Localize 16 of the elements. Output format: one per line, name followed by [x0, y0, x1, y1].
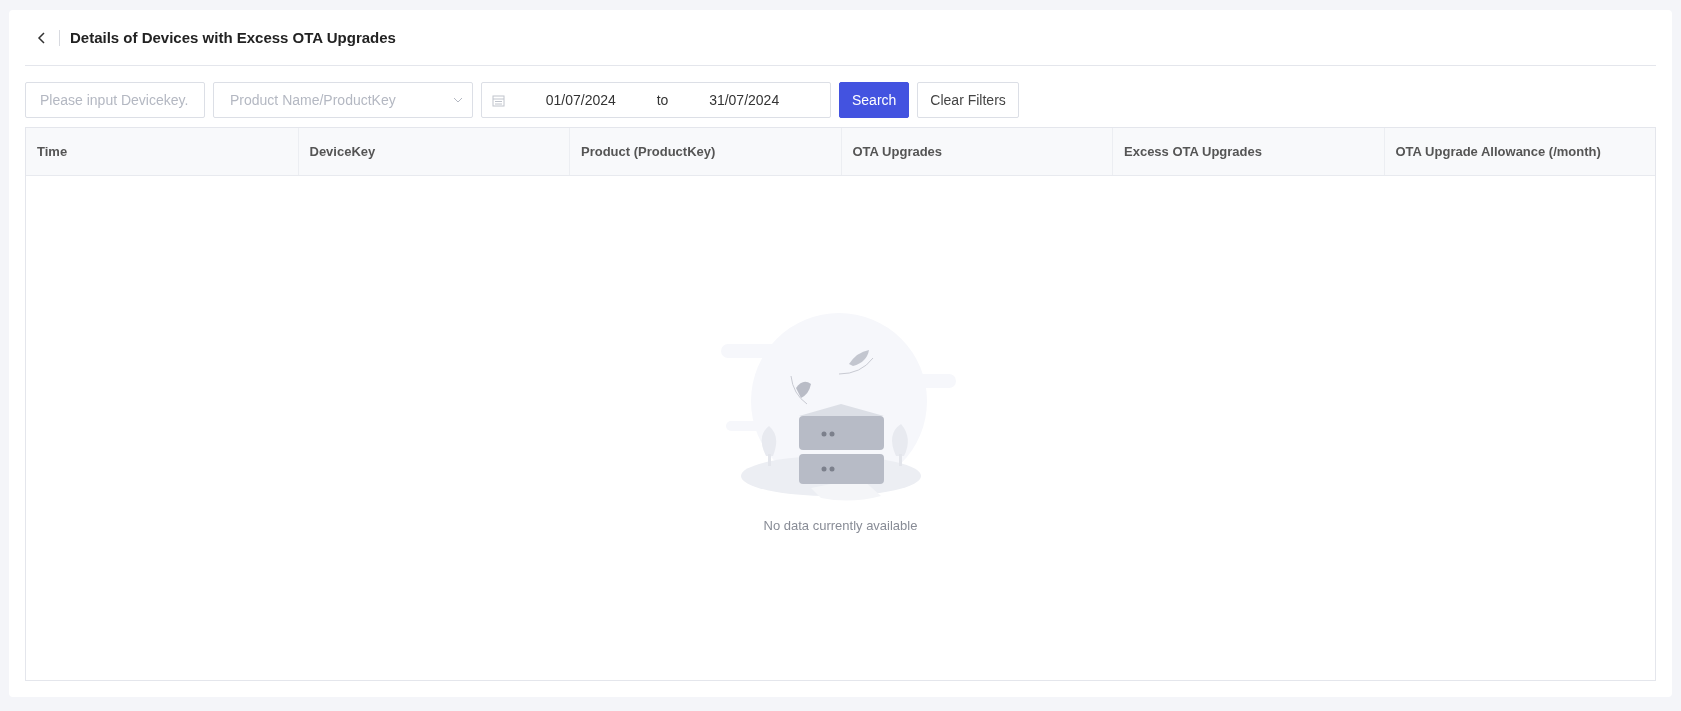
column-header: Product (ProductKey) [569, 128, 841, 175]
search-button[interactable]: Search [839, 82, 910, 118]
column-header: OTA Upgrade Allowance (/month) [1383, 128, 1655, 175]
calendar-icon [492, 93, 505, 107]
end-date: 31/07/2024 [708, 92, 781, 108]
empty-message: No data currently available [763, 518, 918, 533]
range-separator: to [656, 92, 669, 108]
date-range-field[interactable]: 01/07/2024 to 31/07/2024 [481, 82, 831, 118]
page-title: Details of Devices with Excess OTA Upgrades [70, 29, 396, 46]
devicekey-input-field[interactable]: Please input Devicekey. [25, 82, 205, 118]
column-header: OTA Upgrades [840, 128, 1112, 175]
clear-filters-button[interactable]: Clear Filters [917, 82, 1019, 118]
column-header: DeviceKey [297, 128, 569, 175]
start-date: 01/07/2024 [544, 92, 617, 108]
column-header: Time [36, 143, 69, 161]
column-header: Excess OTA Upgrades [1112, 128, 1384, 175]
